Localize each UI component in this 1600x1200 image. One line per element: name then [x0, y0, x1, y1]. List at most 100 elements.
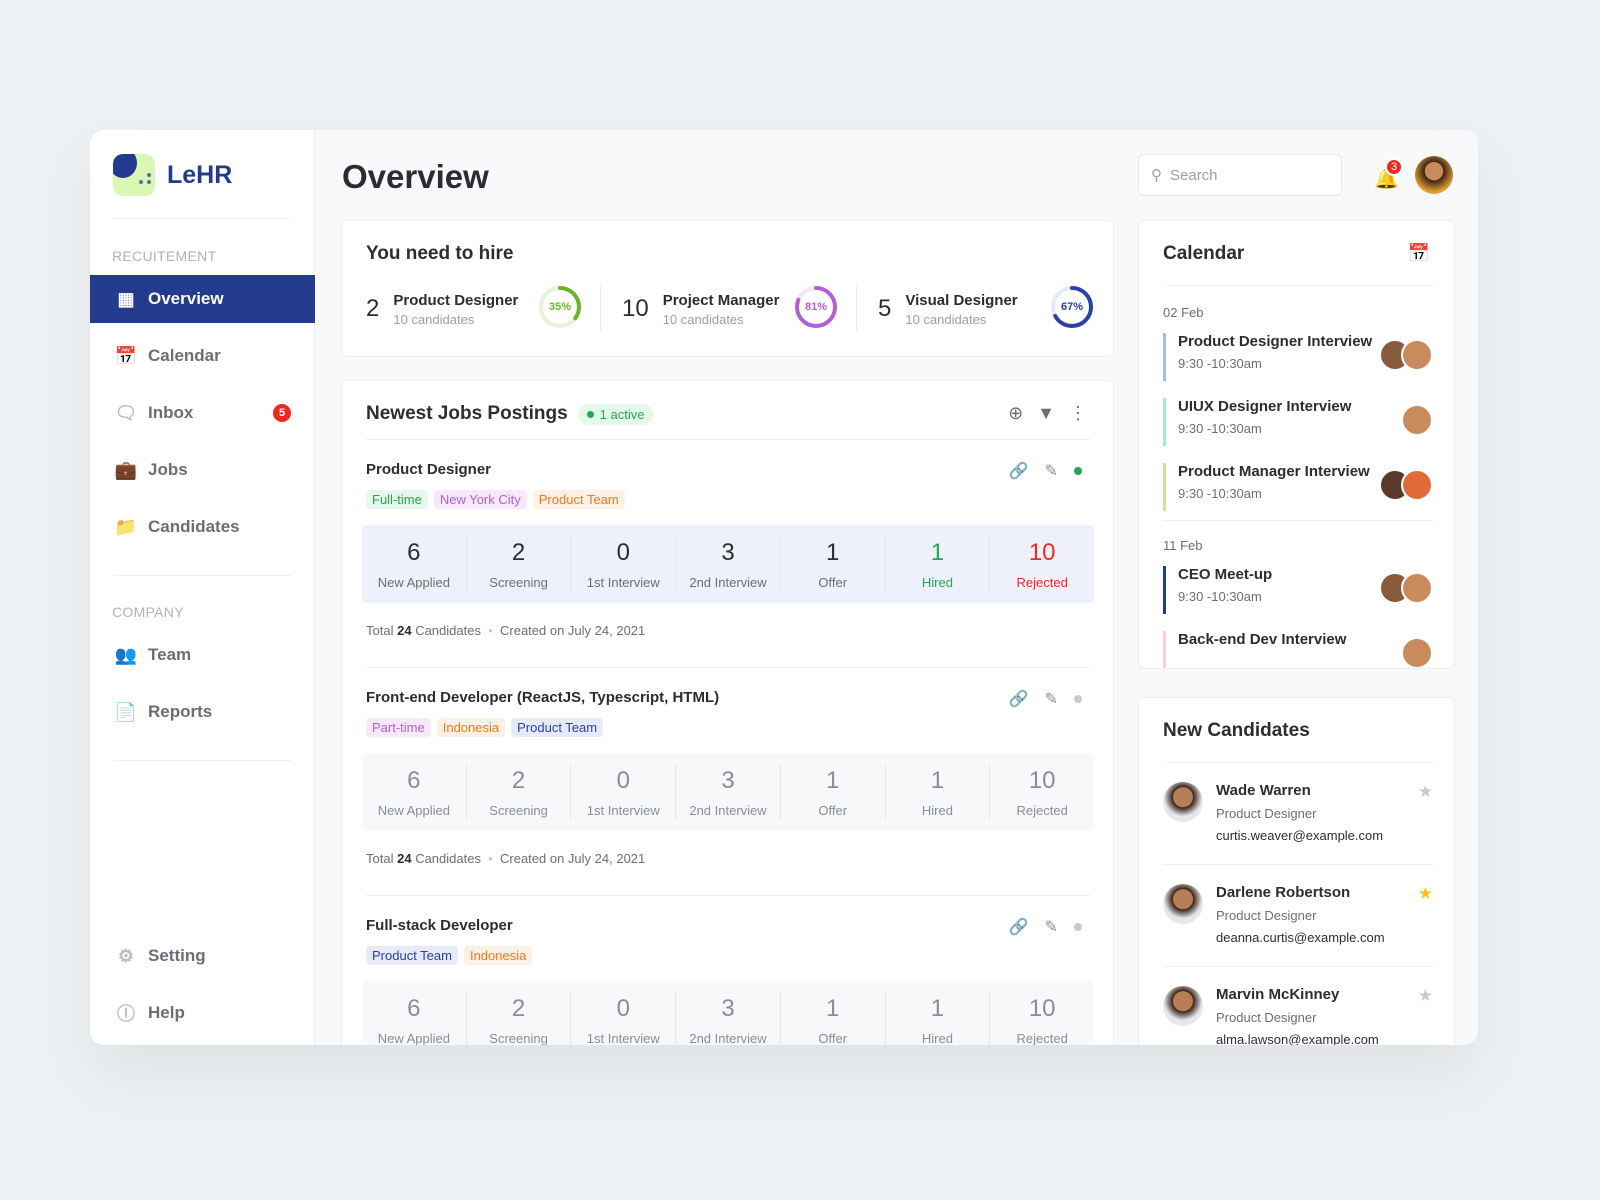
stat-label: 2nd Interview — [689, 1030, 767, 1046]
stat-offer[interactable]: 1 Offer — [781, 536, 886, 592]
stat-screening[interactable]: 2 Screening — [467, 536, 572, 592]
stat-value: 1 — [930, 994, 945, 1022]
progress-label: 67% — [1060, 301, 1084, 313]
sidebar-item-candidates[interactable]: 📁 Candidates — [90, 503, 315, 551]
sidebar-item-jobs[interactable]: 💼 Jobs — [90, 446, 315, 494]
logo-icon — [113, 154, 155, 196]
stat-1st-interview[interactable]: 0 1st Interview — [571, 992, 677, 1046]
sidebar-item-calendar[interactable]: 📅 Calendar — [90, 332, 315, 380]
calendar-event[interactable]: Product Designer Interview 9:30 -10:30am — [1163, 333, 1433, 381]
job-tag: Indonesia — [463, 946, 533, 965]
sidebar-item-label: Reports — [148, 702, 213, 721]
created-date: Created on July 24, 2021 — [500, 623, 646, 638]
job-title[interactable]: Front-end Developer (ReactJS, Typescript… — [366, 689, 1094, 706]
hire-role: Visual Designer — [905, 291, 1018, 309]
candidates-card: New Candidates Wade Warren Product Design… — [1138, 697, 1455, 1045]
link-icon[interactable]: 🔗 — [1009, 461, 1029, 481]
stat-2nd-interview[interactable]: 3 2nd Interview — [676, 536, 781, 592]
hire-sub: 10 candidates — [662, 311, 744, 327]
hire-item[interactable]: 2 Product Designer 10 candidates — [366, 281, 518, 337]
job-title[interactable]: Product Designer — [366, 461, 1094, 478]
candidate-email: alma.lawson@example.com — [1216, 1032, 1379, 1045]
stat-label: Offer — [818, 802, 848, 818]
stat-hired[interactable]: 1 Hired — [886, 992, 991, 1045]
job-tag: Part-time — [366, 718, 431, 737]
stat-hired[interactable]: 1 Hired — [886, 536, 991, 592]
calendar-event[interactable]: Product Manager Interview 9:30 -10:30am — [1163, 463, 1433, 511]
hire-item[interactable]: 5 Visual Designer 10 candidates — [878, 281, 1018, 337]
divider — [1163, 520, 1433, 521]
section-label: RECUITEMENT — [112, 248, 217, 264]
stat-label: 1st Interview — [586, 1030, 660, 1046]
candidates-title: New Candidates — [1163, 720, 1310, 741]
stat-label: 1st Interview — [586, 574, 660, 590]
calendar-event[interactable]: CEO Meet-up 9:30 -10:30am — [1163, 566, 1433, 614]
logo[interactable]: LeHR — [113, 154, 232, 196]
stat-2nd-interview[interactable]: 3 2nd Interview — [676, 992, 781, 1045]
candidate-item[interactable]: Marvin McKinney Product Designer alma.laws… — [1163, 986, 1433, 1045]
star-icon[interactable]: ★ — [1418, 884, 1433, 904]
stat-rejected[interactable]: 10 Rejected — [990, 992, 1094, 1046]
sidebar-item-inbox[interactable]: 🗨 Inbox 5 — [90, 389, 315, 437]
stat-screening[interactable]: 2 Screening — [467, 764, 572, 820]
stat-screening[interactable]: 2 Screening — [467, 992, 572, 1045]
job-posting[interactable]: Full-stack Developer 🔗 ✎ Product Team Indo… — [362, 917, 1094, 1046]
candidate-item[interactable]: Darlene Robertson Product Designer deanna.… — [1163, 884, 1433, 984]
hire-item[interactable]: 10 Project Manager 10 candidates — [622, 281, 779, 337]
add-icon[interactable]: ⊕ — [1008, 403, 1023, 424]
stat-2nd-interview[interactable]: 3 2nd Interview — [676, 764, 781, 820]
job-posting[interactable]: Front-end Developer (ReactJS, Typescript… — [362, 689, 1094, 866]
job-posting[interactable]: Product Designer 🔗 ✎ Full-time New York Ci… — [362, 461, 1094, 638]
sidebar-item-label: Calendar — [148, 346, 221, 365]
edit-icon[interactable]: ✎ — [1045, 461, 1058, 481]
job-title[interactable]: Full-stack Developer — [366, 917, 1094, 934]
sidebar-item-overview[interactable]: ▦ Overview — [90, 275, 315, 323]
link-icon[interactable]: 🔗 — [1009, 917, 1029, 937]
stat-1st-interview[interactable]: 0 1st Interview — [571, 536, 677, 592]
stat-rejected[interactable]: 10 Rejected — [990, 536, 1094, 592]
filter-icon[interactable]: ▼ — [1037, 403, 1055, 424]
candidate-name: Marvin McKinney — [1216, 986, 1340, 1003]
sidebar: LeHR RECUITEMENT ▦ Overview 📅 Calendar 🗨 Inbo… — [90, 130, 315, 1045]
star-icon[interactable]: ★ — [1418, 986, 1433, 1006]
stat-new-applied[interactable]: 6 New Applied — [362, 992, 467, 1045]
stat-new-applied[interactable]: 6 New Applied — [362, 764, 467, 820]
stat-label: New Applied — [377, 1030, 450, 1046]
stat-1st-interview[interactable]: 0 1st Interview — [571, 764, 677, 820]
divider — [366, 895, 1090, 896]
stat-offer[interactable]: 1 Offer — [781, 764, 886, 820]
stat-label: 2nd Interview — [689, 802, 767, 818]
stat-new-applied[interactable]: 6 New Applied — [362, 536, 467, 592]
calendar-event[interactable]: Back-end Dev Interview — [1163, 631, 1433, 668]
star-icon[interactable]: ★ — [1418, 782, 1433, 802]
sidebar-item-team[interactable]: 👥 Team — [90, 631, 315, 679]
divider — [1163, 864, 1433, 865]
edit-icon[interactable]: ✎ — [1045, 917, 1058, 937]
stat-hired[interactable]: 1 Hired — [886, 764, 991, 820]
candidate-role: Product Designer — [1216, 806, 1317, 821]
calendar-date: 02 Feb — [1163, 305, 1204, 320]
stat-rejected[interactable]: 10 Rejected — [990, 764, 1094, 820]
sidebar-item-help[interactable]: ⓘ Help — [90, 989, 315, 1037]
stat-offer[interactable]: 1 Offer — [781, 992, 886, 1045]
edit-icon[interactable]: ✎ — [1045, 689, 1058, 709]
sidebar-item-reports[interactable]: 📄 Reports — [90, 688, 315, 736]
hire-title: You need to hire — [366, 243, 514, 264]
progress-ring: 35% — [538, 285, 582, 329]
link-icon[interactable]: 🔗 — [1009, 689, 1029, 709]
job-tag: Product Team — [511, 718, 604, 737]
job-tag: New York City — [433, 490, 527, 509]
stat-value: 3 — [721, 994, 735, 1022]
calendar-icon[interactable]: 📅 — [1408, 243, 1430, 264]
avatar[interactable] — [1415, 156, 1453, 194]
progress-label: 35% — [548, 301, 572, 313]
search-input[interactable]: ⚲ Search — [1138, 154, 1342, 196]
status-dot — [1074, 923, 1082, 931]
hire-card: You need to hire 2 Product Designer 10 can… — [341, 220, 1114, 357]
stat-label: Screening — [489, 802, 548, 818]
candidate-item[interactable]: Wade Warren Product Designer curtis.weaver… — [1163, 782, 1433, 882]
candidate-avatar — [1163, 884, 1203, 924]
more-icon[interactable]: ⋮ — [1069, 403, 1087, 424]
calendar-event[interactable]: UIUX Designer Interview 9:30 -10:30am — [1163, 398, 1433, 446]
sidebar-item-setting[interactable]: ⚙ Setting — [90, 932, 315, 980]
